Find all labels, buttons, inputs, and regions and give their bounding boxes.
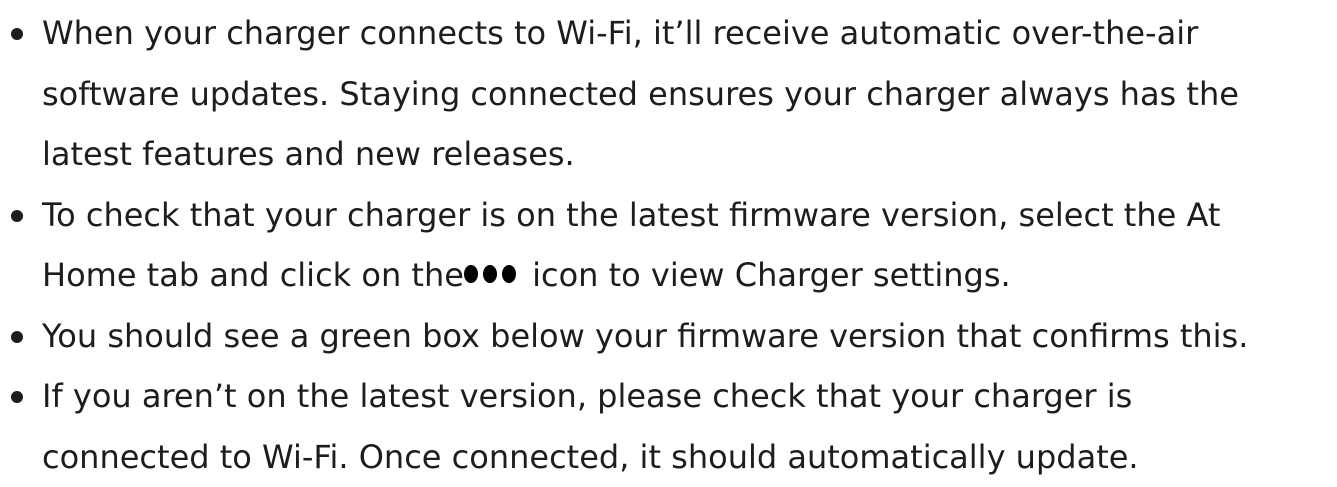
bullet-dot-icon: [11, 331, 23, 343]
bullet-text-line: When your charger connects to Wi-Fi, it’…: [42, 3, 1337, 64]
bullet-dot-icon: [11, 210, 23, 222]
bullet-not-latest: If you aren’t on the latest version, ple…: [0, 366, 1337, 487]
bullet-text-line: latest features and new releases.: [42, 124, 1337, 185]
bullet-dot-icon: [11, 391, 23, 403]
info-bullet-list: When your charger connects to Wi-Fi, it’…: [0, 3, 1337, 487]
bullet-green-box: You should see a green box below your fi…: [0, 306, 1337, 367]
bullet-text-line: connected to Wi-Fi. Once connected, it s…: [42, 427, 1337, 487]
bullet-text-segment: icon to view Charger settings.: [522, 256, 1011, 294]
three-dots-icon: [464, 265, 516, 283]
bullet-text-segment: Home tab and click on the: [42, 256, 464, 294]
bullet-text-line: software updates. Staying connected ensu…: [42, 64, 1337, 125]
bullet-dot-icon: [11, 28, 23, 40]
bullet-check-firmware: To check that your charger is on the lat…: [0, 185, 1337, 306]
bullet-text-line: Home tab and click on the icon to view C…: [42, 245, 1337, 306]
bullet-wifi-updates: When your charger connects to Wi-Fi, it’…: [0, 3, 1337, 185]
bullet-text-line: To check that your charger is on the lat…: [42, 185, 1337, 246]
bullet-text-line: If you aren’t on the latest version, ple…: [42, 366, 1337, 427]
bullet-text-line: You should see a green box below your fi…: [42, 306, 1337, 367]
